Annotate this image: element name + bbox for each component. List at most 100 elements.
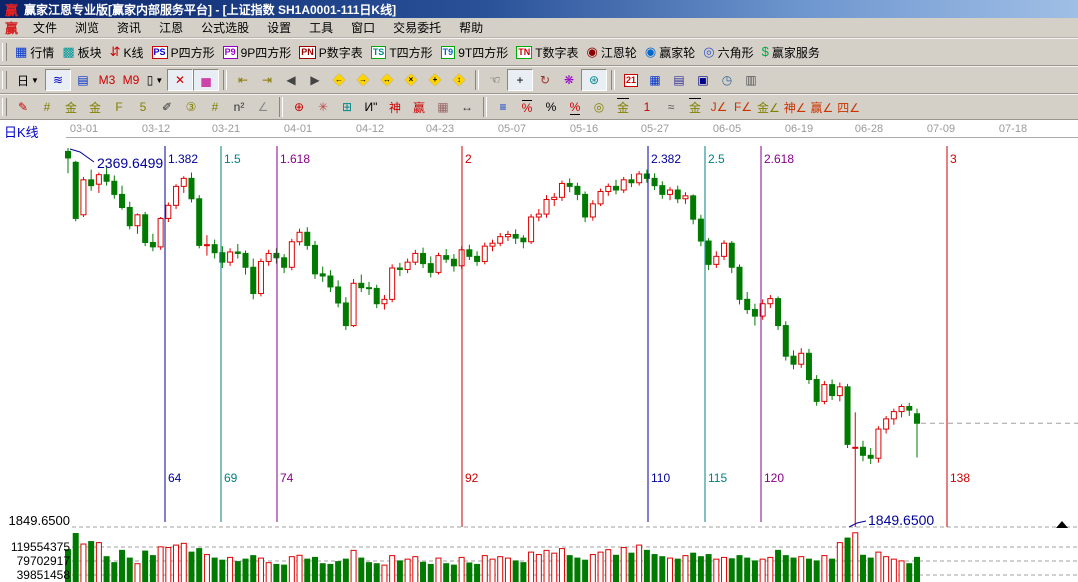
crosshair-tool-icon[interactable]: + (507, 69, 533, 91)
kline-button[interactable]: ⇵K线 (106, 43, 148, 62)
angle-ruler-icon[interactable]: ∠ (251, 97, 275, 117)
red-target-icon[interactable]: ⊕ (287, 97, 311, 117)
hand-tool-icon[interactable]: ☜ (483, 70, 507, 90)
menu-item-7[interactable]: 工具 (300, 19, 342, 37)
zigzag9-icon[interactable]: M9 (119, 70, 143, 90)
gold-circle-icon[interactable]: ◎ (587, 97, 611, 117)
gann-count-label: 69 (224, 471, 238, 485)
menu-item-3[interactable]: 资讯 (108, 19, 150, 37)
angle-gold-icon[interactable]: 金∠ (755, 97, 782, 117)
menu-item-2[interactable]: 浏览 (66, 19, 108, 37)
info-doc-icon[interactable]: ▤ (71, 70, 95, 90)
ying-grid-icon[interactable]: 赢 (407, 97, 431, 117)
zoom-plus-diamond[interactable]: ◆+ (423, 71, 447, 89)
wheel-star-icon[interactable]: ✳ (311, 97, 335, 117)
t-table-button[interactable]: TNT数字表 (512, 43, 582, 62)
shen-grid-icon[interactable]: 神 (383, 97, 407, 117)
save-icon[interactable]: ▣ (691, 70, 715, 90)
span-tool-icon[interactable]: ↔ (455, 97, 479, 117)
marker1-icon[interactable]: 1 (635, 97, 659, 117)
percent-line-icon[interactable]: % (563, 97, 587, 117)
zigzag3-icon[interactable]: M3 (95, 70, 119, 90)
zoom-v-diamond[interactable]: ◆↕ (447, 71, 471, 89)
rotate-tool-icon[interactable]: ↻ (533, 70, 557, 90)
wave-channel-icon[interactable]: ≈ (659, 97, 683, 117)
calculator-icon[interactable]: ▦ (643, 70, 667, 90)
date-tick-label: 07-09 (927, 123, 955, 135)
angle-shen-icon[interactable]: 神∠ (782, 97, 809, 117)
angle-j-icon[interactable]: J∠ (707, 97, 731, 117)
candle-style-icon[interactable]: ▯▼ (143, 70, 167, 90)
9p-square-button[interactable]: P99P四方形 (219, 43, 296, 62)
gann-wheel-button[interactable]: ◉江恩轮 (583, 43, 641, 62)
histogram-icon[interactable]: ▅ (193, 69, 219, 91)
table-icon: ▦ (15, 45, 27, 59)
9t-square-button[interactable]: T99T四方形 (437, 43, 513, 62)
menu-item-1[interactable]: 文件 (24, 19, 66, 37)
winner-wheel-button[interactable]: ◉赢家轮 (641, 43, 699, 62)
zoom-right-diamond[interactable]: ◆→ (351, 71, 375, 89)
hash-tool-icon[interactable]: # (203, 97, 227, 117)
notepad-icon[interactable]: ▤ (667, 70, 691, 90)
gann-flower-icon[interactable]: ❋ (557, 70, 581, 90)
pencil-tool-icon[interactable]: ✎ (11, 97, 35, 117)
zoom-left-diamond[interactable]: ◆← (327, 71, 351, 89)
price-grid-icon[interactable]: ▦ (431, 97, 455, 117)
menu-item-9[interactable]: 交易委托 (384, 19, 450, 37)
angle-ying-icon[interactable]: 赢∠ (809, 97, 836, 117)
toolbar-grip[interactable] (2, 98, 7, 116)
gold-grid-icon[interactable]: 金 (59, 97, 83, 117)
menu-item-10[interactable]: 帮助 (450, 19, 492, 37)
five-grid-icon[interactable]: 5 (131, 97, 155, 117)
quotes-button[interactable]: ▦行情 (11, 43, 58, 62)
menu-item-4[interactable]: 江恩 (150, 19, 192, 37)
first-page-icon[interactable]: ⇤ (231, 70, 255, 90)
title-bar[interactable]: 赢 赢家江恩专业版[赢家内部服务平台] - [上证指数 SH1A0001-111… (0, 0, 1078, 18)
circle3-tool-icon[interactable]: ③ (179, 97, 203, 117)
period-selector[interactable]: 日 ▼ (11, 70, 45, 90)
square-target-icon[interactable]: ⊞ (335, 97, 359, 117)
n-quote-icon[interactable]: И" (359, 97, 383, 117)
marker-pen-icon[interactable]: ✐ (155, 97, 179, 117)
prev-icon[interactable]: ◀ (279, 70, 303, 90)
world-clock-icon[interactable]: ◷ (715, 70, 739, 90)
last-page-icon[interactable]: ⇥ (255, 70, 279, 90)
p-square-button[interactable]: PSP四方形 (148, 43, 219, 62)
zoom-h-diamond[interactable]: ◆↔ (375, 71, 399, 89)
p-table-button[interactable]: PNP数字表 (295, 43, 367, 62)
chart-area[interactable]: 日K线 03-0103-1203-2104-0104-1204-2305-070… (0, 120, 1078, 582)
zoom-x-diamond[interactable]: ◆× (399, 71, 423, 89)
gold-line2-icon[interactable]: 金 (683, 97, 707, 117)
toolbar-draw: ✎#金金F5✐③#n²∠⊕✳⊞И"神赢▦↔≡%%%◎金1≈金J∠F∠金∠神∠赢∠… (0, 94, 1078, 120)
toolbar-separator (475, 70, 479, 90)
toolbar-grip[interactable] (2, 43, 7, 61)
percent-icon[interactable]: % (539, 97, 563, 117)
n-square-icon[interactable]: n² (227, 97, 251, 117)
angle-si-icon[interactable]: 四∠ (835, 97, 862, 117)
f-grid-icon[interactable]: F (107, 97, 131, 117)
kline-chart-canvas[interactable]: 03-0103-1203-2104-0104-1204-2305-0705-16… (0, 120, 1078, 582)
scroll-indicator-triangle[interactable] (1056, 521, 1068, 528)
gold-grid2-icon[interactable]: 金 (83, 97, 107, 117)
gold-circle-icon: ◎ (594, 100, 604, 114)
calendar-21-icon[interactable]: 21 (619, 70, 643, 90)
system-icon[interactable]: ▥ (739, 70, 763, 90)
gold-line-icon[interactable]: 金 (611, 97, 635, 117)
menu-item-8[interactable]: 窗口 (342, 19, 384, 37)
globe-tool-icon[interactable]: ⊛ (581, 69, 607, 91)
angle-f-icon[interactable]: F∠ (731, 97, 755, 117)
toolbar-separator (483, 97, 487, 117)
wave-chart-icon[interactable]: ≋ (45, 69, 71, 91)
hexagon-button[interactable]: ◎六角形 (699, 43, 757, 62)
overlay-icon[interactable]: ✕ (167, 69, 193, 91)
t-percent-icon[interactable]: % (515, 97, 539, 117)
stats-panel-icon[interactable]: ≡ (491, 97, 515, 117)
next-icon[interactable]: ▶ (303, 70, 327, 90)
toolbar-grip[interactable] (2, 71, 7, 89)
t-square-button[interactable]: TST四方形 (367, 43, 437, 62)
sectors-button[interactable]: ▩板块 (58, 43, 105, 62)
service-button[interactable]: $赢家服务 (758, 43, 824, 62)
menu-item-5[interactable]: 公式选股 (192, 19, 258, 37)
menu-item-6[interactable]: 设置 (258, 19, 300, 37)
grid-tool-icon[interactable]: # (35, 97, 59, 117)
